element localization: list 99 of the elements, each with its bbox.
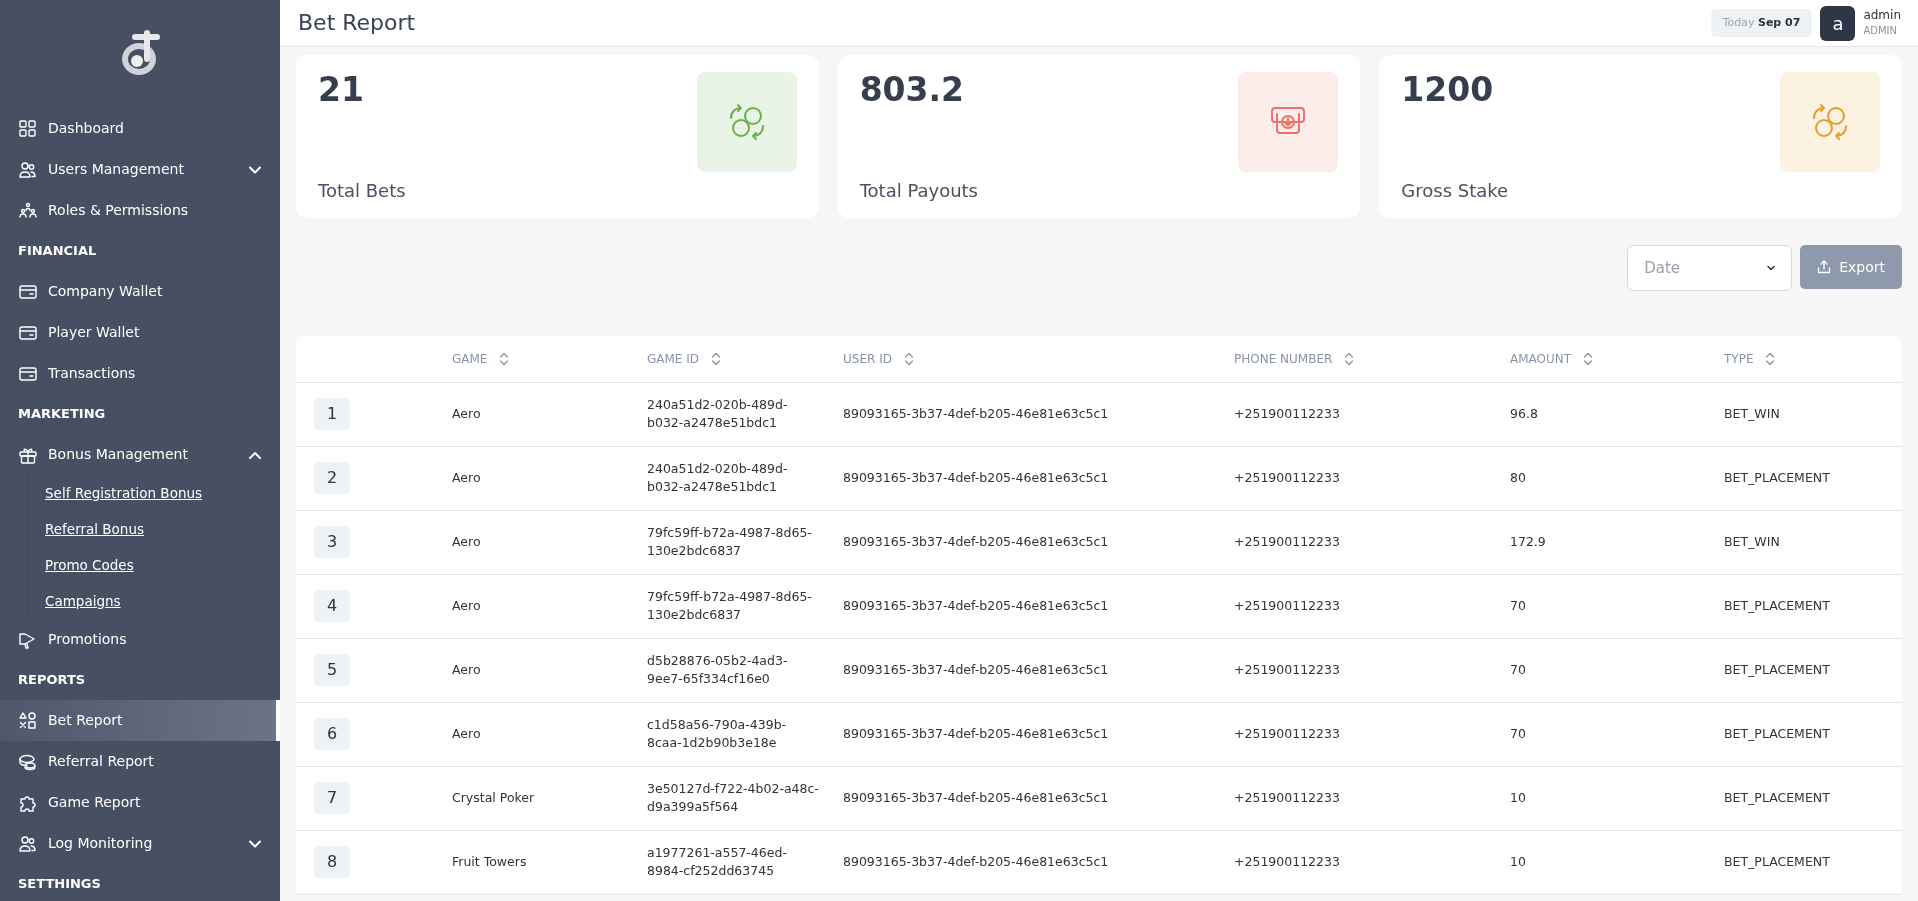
table-cell: +251900112233 [1234, 405, 1340, 421]
table-cell: 79fc59ff-b72a-4987-8d65-130e2bdc6837 [647, 524, 812, 558]
table-cell: 10 [1510, 853, 1526, 869]
table-cell: 79fc59ff-b72a-4987-8d65-130e2bdc6837 [647, 588, 812, 622]
sidebar-item[interactable]: Bet Report [0, 700, 280, 741]
users-icon [18, 833, 38, 854]
team-icon [18, 200, 38, 221]
table-cell: Aero [452, 725, 481, 741]
table-cell: 89093165-3b37-4def-b205-46e81e63c5c1 [843, 725, 1109, 741]
table-cell: Aero [452, 597, 481, 613]
stat-value: 1200 [1401, 69, 1495, 111]
table-cell: +251900112233 [1234, 597, 1340, 613]
table-cell: Aero [452, 533, 481, 549]
table-cell: +251900112233 [1234, 853, 1340, 869]
sidebar-item[interactable]: Roles & Permissions [0, 190, 280, 231]
stat-label: Total Bets [318, 179, 406, 203]
table-cell: BET_PLACEMENT [1724, 853, 1830, 869]
user-name: admin [1863, 8, 1901, 23]
table-cell: 240a51d2-020b-489d-b032-a2478e51bdc1 [647, 460, 788, 494]
table-cell: Aero [452, 405, 481, 421]
row-number: 5 [314, 654, 350, 686]
sidebar-item[interactable]: Referral Report [0, 741, 280, 782]
stat-value: 803.2 [859, 69, 966, 111]
page-title: Bet Report [298, 9, 416, 37]
sidebar-item[interactable]: Dashboard [0, 108, 280, 149]
row-number: 2 [314, 462, 350, 494]
section-header: REPORTS [17, 671, 87, 690]
submenu-item[interactable]: Campaigns [45, 583, 280, 619]
table-cell: 172.9 [1510, 533, 1546, 549]
stat-value: 21 [318, 69, 365, 111]
row-number: 6 [314, 718, 350, 750]
table-cell: 89093165-3b37-4def-b205-46e81e63c5c1 [843, 469, 1109, 485]
sort-icon[interactable] [711, 351, 722, 366]
table-cell: 89093165-3b37-4def-b205-46e81e63c5c1 [843, 405, 1109, 421]
date-badge: Today Sep 07 [1710, 8, 1813, 38]
table-cell: 89093165-3b37-4def-b205-46e81e63c5c1 [843, 789, 1109, 805]
sort-icon[interactable] [1765, 351, 1776, 366]
section-header: FINANCIAL [17, 242, 98, 261]
table-cell: 3e50127d-f722-4b02-a48c-d9a399a5f564 [647, 780, 819, 814]
sidebar-item[interactable]: Log Monitoring [0, 823, 280, 864]
table-cell: +251900112233 [1234, 533, 1340, 549]
table-cell: BET_WIN [1724, 405, 1780, 421]
sidebar-item[interactable]: Game Report [0, 782, 280, 823]
table-cell: 240a51d2-020b-489d-b032-a2478e51bdc1 [647, 396, 788, 430]
section-header: MARKETING [17, 405, 107, 424]
grid-icon [18, 118, 38, 139]
table-cell: 89093165-3b37-4def-b205-46e81e63c5c1 [843, 533, 1109, 549]
table-cell: 70 [1510, 661, 1526, 677]
sort-icon[interactable] [903, 351, 914, 366]
sort-icon[interactable] [499, 351, 510, 366]
row-number: 7 [314, 782, 350, 814]
row-number: 3 [314, 526, 350, 558]
users-icon [18, 159, 38, 180]
user-avatar[interactable]: a [1820, 5, 1856, 41]
sidebar-item[interactable]: Player Wallet [0, 312, 280, 353]
table-cell: 89093165-3b37-4def-b205-46e81e63c5c1 [843, 597, 1109, 613]
table-cell: 89093165-3b37-4def-b205-46e81e63c5c1 [843, 661, 1109, 677]
table-cell: +251900112233 [1234, 661, 1340, 677]
stat-label: Gross Stake [1401, 179, 1509, 203]
sort-icon[interactable] [1583, 351, 1594, 366]
table-cell: Aero [452, 469, 481, 485]
table-cell: 70 [1510, 597, 1526, 613]
table-cell: BET_PLACEMENT [1724, 789, 1830, 805]
submenu-item[interactable]: Promo Codes [45, 547, 280, 583]
table-cell: +251900112233 [1234, 725, 1340, 741]
submenu-item[interactable]: Referral Bonus [45, 511, 280, 547]
stat-label: Total Payouts [859, 179, 978, 203]
table-cell: 80 [1510, 469, 1526, 485]
table-cell: 70 [1510, 725, 1526, 741]
table-cell: BET_PLACEMENT [1724, 469, 1830, 485]
table-cell: 89093165-3b37-4def-b205-46e81e63c5c1 [843, 853, 1109, 869]
submenu-item[interactable]: Self Registration Bonus [45, 475, 280, 511]
table-cell: a1977261-a557-46ed-8984-cf252dd63745 [647, 844, 787, 878]
upload-icon [1817, 260, 1832, 274]
table-cell: BET_PLACEMENT [1724, 661, 1830, 677]
sidebar-item[interactable]: Company Wallet [0, 271, 280, 312]
table-cell: 96.8 [1510, 405, 1538, 421]
table-cell: BET_PLACEMENT [1724, 597, 1830, 613]
sidebar-item[interactable]: Bonus Management [0, 434, 280, 475]
sidebar-item[interactable]: Users Management [0, 149, 280, 190]
section-header: SETTHINGS [17, 875, 102, 894]
user-role: ADMIN [1863, 23, 1898, 38]
table-cell: d5b28876-05b2-4ad3-9ee7-65f334cf16e0 [647, 652, 788, 686]
table-cell: +251900112233 [1234, 469, 1340, 485]
sidebar-item[interactable]: Promotions [0, 619, 280, 660]
table-cell: c1d58a56-790a-439b-8caa-1d2b90b3e18e [647, 716, 787, 750]
table-cell: Aero [452, 661, 481, 677]
table-cell: Crystal Poker [452, 789, 535, 805]
row-number: 4 [314, 590, 350, 622]
row-number: 8 [314, 846, 350, 878]
table-cell: BET_WIN [1724, 533, 1780, 549]
shapes-icon [18, 710, 38, 731]
table-cell: Fruit Towers [452, 853, 527, 869]
table-cell: 10 [1510, 789, 1526, 805]
table-cell: BET_PLACEMENT [1724, 725, 1830, 741]
table-cell: +251900112233 [1234, 789, 1340, 805]
row-number: 1 [314, 398, 350, 430]
sidebar-item[interactable]: Transactions [0, 353, 280, 394]
sort-icon[interactable] [1344, 351, 1355, 366]
